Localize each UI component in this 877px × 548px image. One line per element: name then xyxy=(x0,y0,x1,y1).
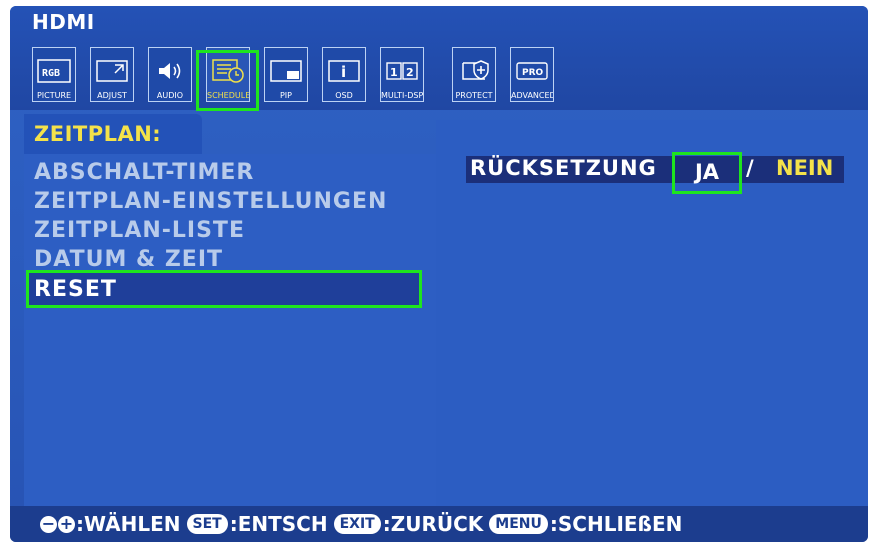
svg-text:i: i xyxy=(341,63,346,81)
svg-text:PRO: PRO xyxy=(522,68,544,78)
osd-screen: HDMI RGB PICTURE ADJUST AUDIO SCHEDULE P… xyxy=(10,6,868,542)
exit-hint: :ZURÜCK xyxy=(382,512,484,536)
adjust-icon xyxy=(91,53,133,89)
reset-setting-label: RÜCKSETZUNG xyxy=(470,156,657,180)
info-icon: i xyxy=(323,53,365,89)
menu-key-icon: MENU xyxy=(489,514,548,534)
tab-label: ADVANCED xyxy=(511,91,553,100)
tab-label: OSD xyxy=(335,91,353,100)
option-yes[interactable]: JA xyxy=(672,152,742,194)
top-bar xyxy=(10,6,868,110)
input-source-label: HDMI xyxy=(32,10,95,34)
tab-label: AUDIO xyxy=(156,91,184,100)
tab-label: PROTECT xyxy=(455,91,493,100)
svg-text:1: 1 xyxy=(390,66,398,79)
set-key-icon: SET xyxy=(186,514,228,534)
menu-item-reset[interactable]: RESET xyxy=(34,277,117,302)
select-hint: :WÄHLEN xyxy=(76,512,181,536)
tab-label: ADJUST xyxy=(97,91,127,100)
tab-osd[interactable]: i OSD xyxy=(322,47,366,102)
svg-text:2: 2 xyxy=(406,66,414,79)
minus-icon: − xyxy=(40,513,57,533)
option-no[interactable]: NEIN xyxy=(776,156,833,180)
speaker-icon xyxy=(149,53,191,89)
menu-item-zeitplan-liste[interactable]: ZEITPLAN-LISTE xyxy=(34,218,245,243)
section-title: ZEITPLAN: xyxy=(34,122,162,146)
exit-key-icon: EXIT xyxy=(333,514,381,534)
menu-hint: :SCHLIEßEN xyxy=(549,512,683,536)
pro-icon: PRO xyxy=(511,53,553,89)
tab-pip[interactable]: PIP xyxy=(264,47,308,102)
footer-help: − + :WÄHLEN SET :ENTSCH EXIT :ZURÜCK MENU… xyxy=(40,512,682,536)
tab-label: PICTURE xyxy=(36,91,72,100)
set-hint: :ENTSCH xyxy=(229,512,328,536)
tab-picture[interactable]: RGB PICTURE xyxy=(32,47,76,102)
plus-icon: + xyxy=(58,513,75,533)
selected-tab-highlight xyxy=(196,50,259,111)
picture-icon: RGB xyxy=(33,53,75,89)
tab-advanced[interactable]: PRO ADVANCED xyxy=(510,47,554,102)
tab-label: PIP xyxy=(279,91,292,100)
svg-text:RGB: RGB xyxy=(42,68,60,79)
tab-protect[interactable]: PROTECT xyxy=(452,47,496,102)
tab-multi-dsp[interactable]: 1 2 MULTI-DSP xyxy=(380,47,424,102)
pip-icon xyxy=(265,53,307,89)
menu-item-abschalt-timer[interactable]: ABSCHALT-TIMER xyxy=(34,160,254,185)
shield-icon xyxy=(453,53,495,89)
tab-adjust[interactable]: ADJUST xyxy=(90,47,134,102)
multi-display-icon: 1 2 xyxy=(381,53,423,89)
option-separator: / xyxy=(746,156,754,180)
menu-item-zeitplan-einstellungen[interactable]: ZEITPLAN-EINSTELLUNGEN xyxy=(34,189,387,214)
menu-item-datum-zeit[interactable]: DATUM & ZEIT xyxy=(34,247,223,272)
tab-label: MULTI-DSP xyxy=(381,91,423,100)
tab-audio[interactable]: AUDIO xyxy=(148,47,192,102)
